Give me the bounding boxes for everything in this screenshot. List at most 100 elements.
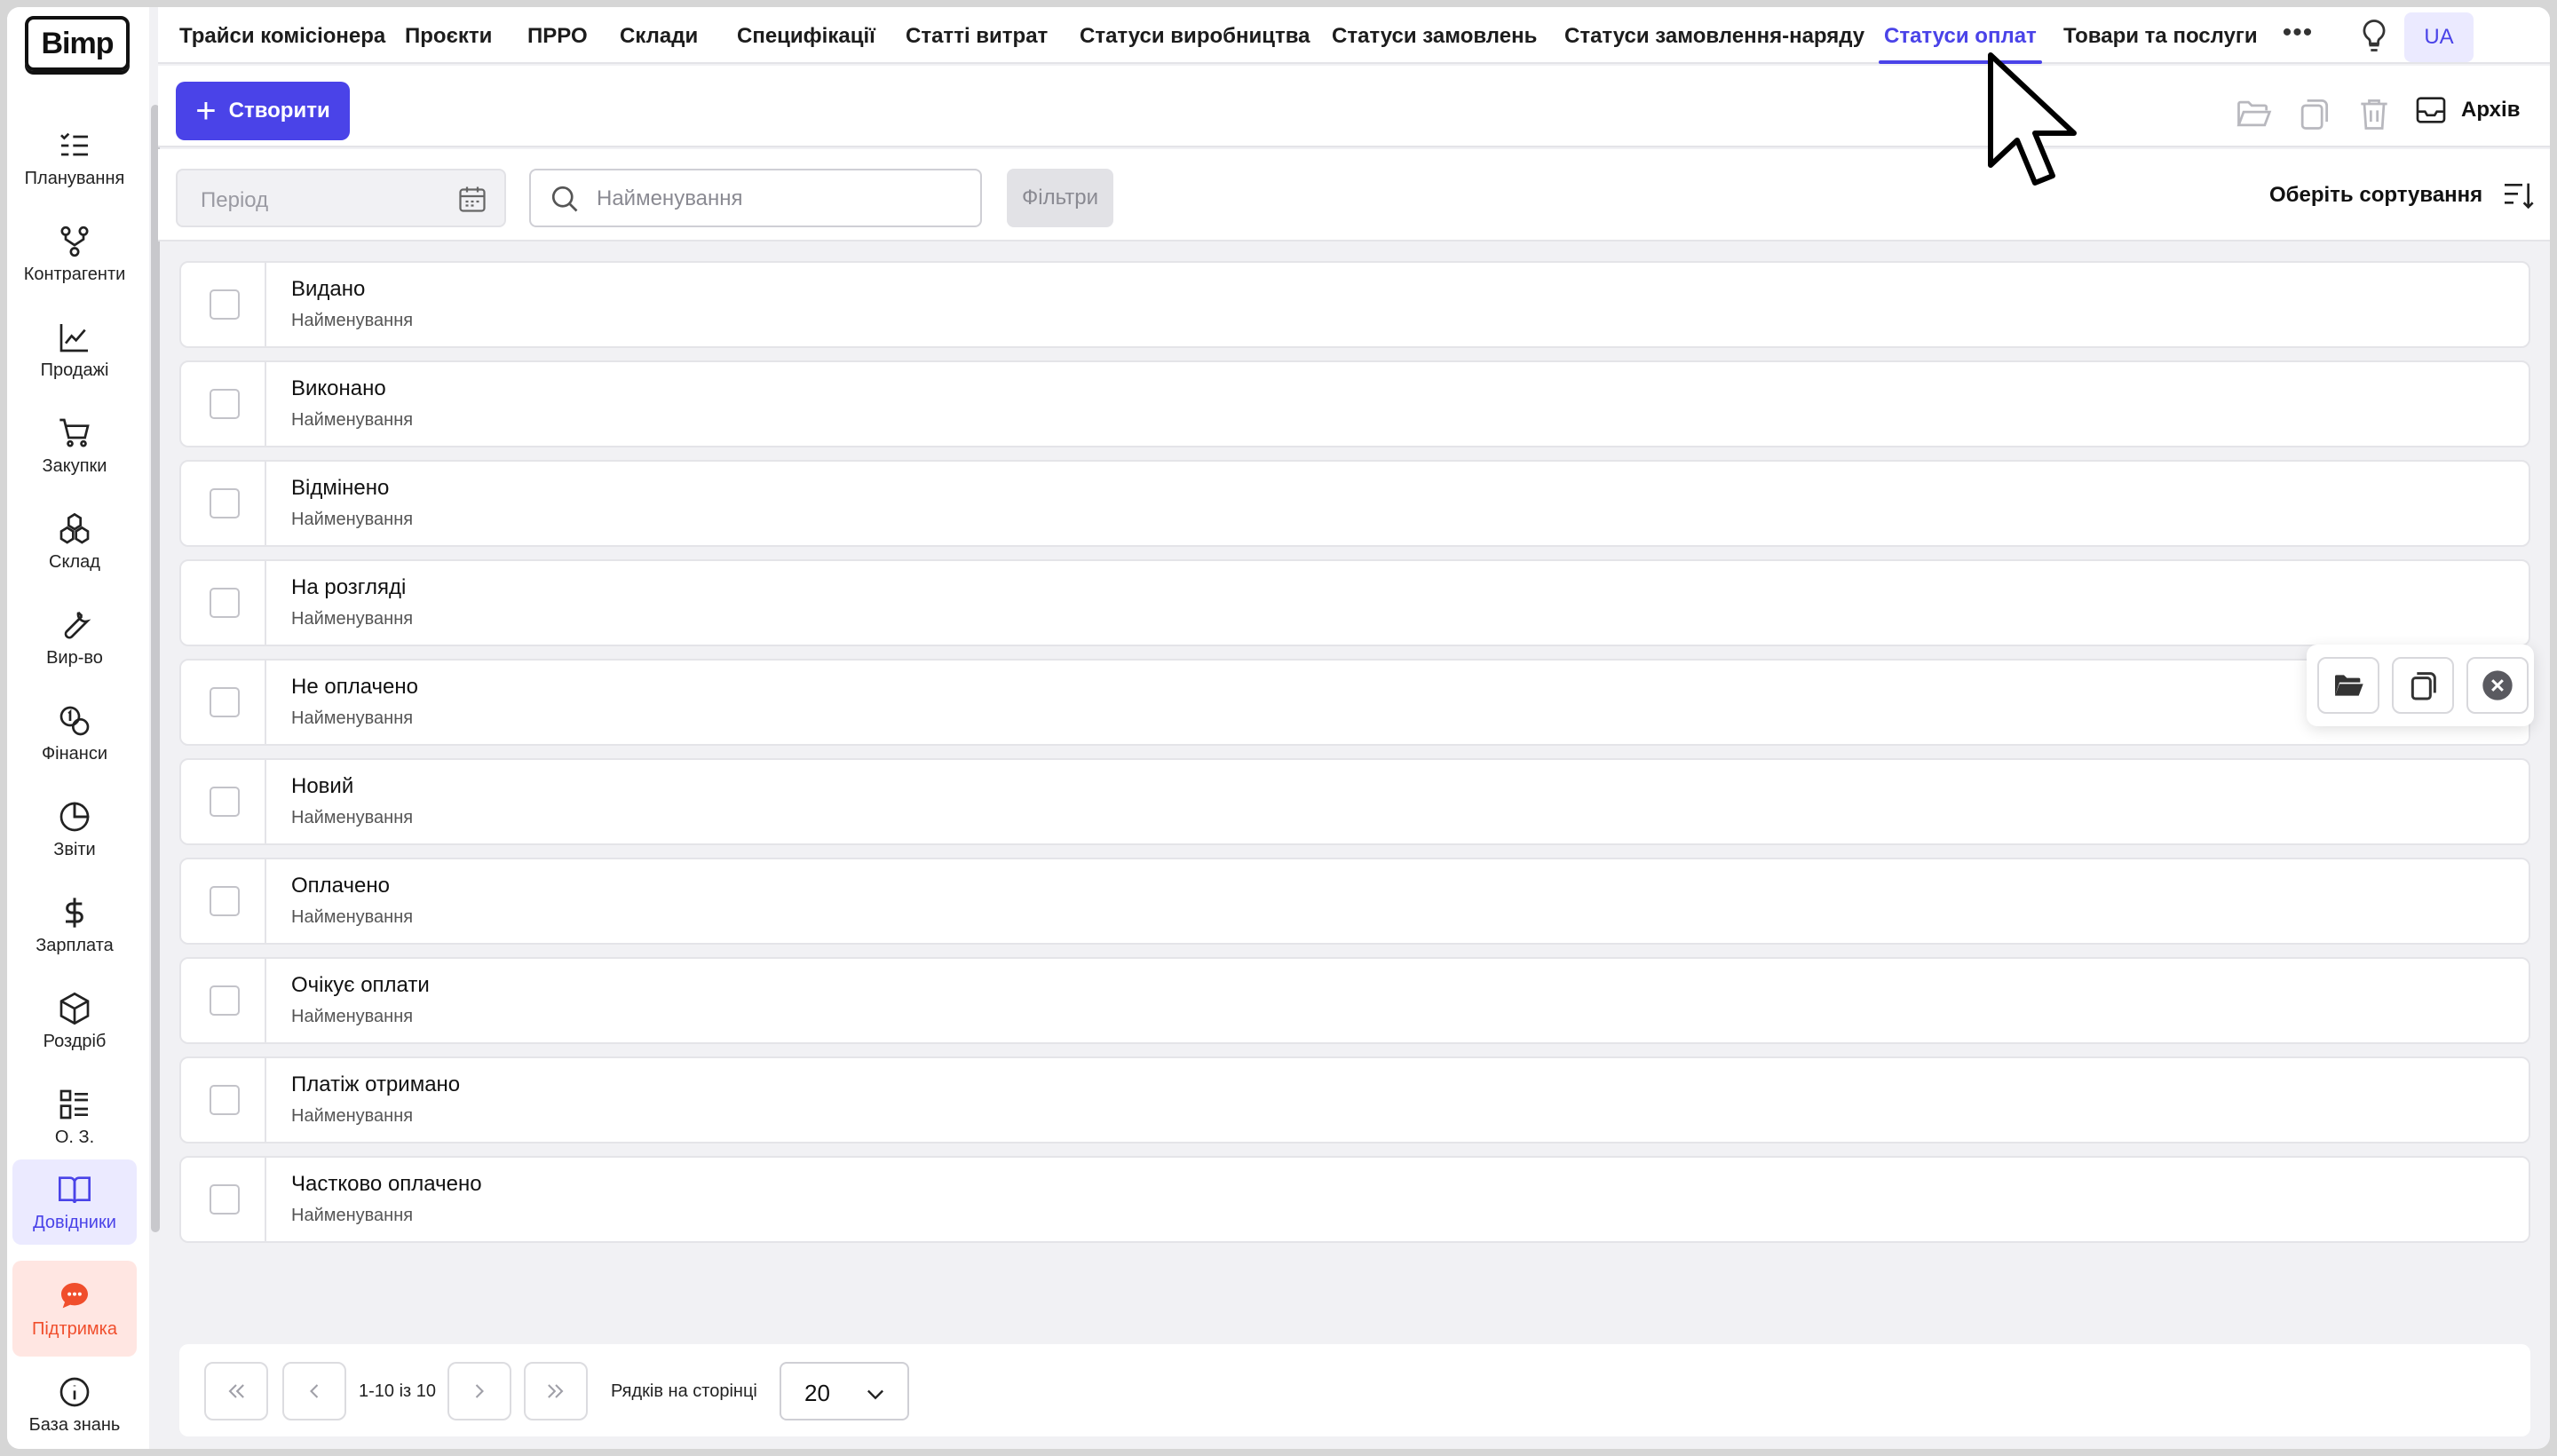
sidebar-item-assets[interactable]: О. З.: [12, 1074, 137, 1159]
sidebar-item-label: Продажі: [40, 360, 109, 380]
sidebar-item-planning[interactable]: Планування: [12, 115, 137, 201]
list-item[interactable]: Видано Найменування: [179, 261, 2530, 348]
list-item[interactable]: На розгляді Найменування: [179, 559, 2530, 646]
sidebar-item-label: Роздріб: [43, 1031, 107, 1051]
row-checkbox[interactable]: [210, 588, 240, 618]
tab-specifications[interactable]: Специфікації: [737, 7, 875, 64]
sidebar-item-purchases[interactable]: Закупки: [12, 403, 137, 488]
sidebar-item-salary[interactable]: Зарплата: [12, 882, 137, 968]
filters-button[interactable]: Фільтри: [1007, 169, 1113, 227]
tab-production-statuses[interactable]: Статуси виробництва: [1080, 7, 1310, 64]
sidebar-item-retail[interactable]: Роздріб: [12, 978, 137, 1064]
list-item[interactable]: Частково оплачено Найменування: [179, 1156, 2530, 1243]
action-toolbar: + Створити Архів: [158, 66, 2550, 147]
row-checkbox[interactable]: [210, 985, 240, 1016]
sales-chart-icon: [59, 323, 88, 352]
list-item[interactable]: Оплачено Найменування: [179, 858, 2530, 945]
row-checkbox[interactable]: [210, 488, 240, 518]
info-icon: [59, 1377, 90, 1406]
sidebar-item-label: Підтримка: [31, 1318, 117, 1339]
more-tabs-button[interactable]: •••: [2271, 20, 2324, 51]
tab-projects[interactable]: Проєкти: [405, 7, 492, 64]
warehouse-boxes-icon: [59, 512, 90, 544]
chevron-left-icon: [310, 1384, 319, 1398]
tab-goods-and-services[interactable]: Товари та послуги: [2063, 7, 2258, 64]
tab-expense-items[interactable]: Статті витрат: [906, 7, 1048, 64]
list-item[interactable]: Новий Найменування: [179, 758, 2530, 845]
list-item[interactable]: Очікує оплати Найменування: [179, 957, 2530, 1044]
row-checkbox[interactable]: [210, 787, 240, 817]
app-logo[interactable]: Bimp: [25, 16, 130, 71]
sidebar: Bimp Планування Контрагенти Продажі Заку…: [7, 7, 149, 1449]
chevron-right-icon: [475, 1384, 484, 1398]
checkbox-cell: [181, 561, 266, 645]
cart-icon: [59, 418, 90, 447]
lightbulb-icon[interactable]: [2355, 16, 2394, 55]
row-checkbox[interactable]: [210, 389, 240, 419]
app-window: Bimp Планування Контрагенти Продажі Заку…: [7, 7, 2550, 1449]
row-archive-button[interactable]: [2466, 657, 2529, 714]
row-copy-button[interactable]: [2392, 657, 2454, 714]
list-item[interactable]: Платіж отримано Найменування: [179, 1056, 2530, 1143]
next-page-button[interactable]: [447, 1362, 511, 1420]
search-input[interactable]: [597, 183, 952, 215]
tab-work-order-statuses[interactable]: Статуси замовлення-наряду: [1564, 7, 1864, 64]
checkbox-cell: [181, 760, 266, 843]
tab-commissioner-traces[interactable]: Трайси комісіонера: [179, 7, 385, 64]
sidebar-scrollbar[interactable]: [151, 105, 160, 1232]
sidebar-item-contractors[interactable]: Контрагенти: [12, 211, 137, 297]
status-name: Виконано: [291, 376, 386, 400]
plus-icon: +: [195, 91, 217, 131]
status-subtitle: Найменування: [291, 708, 414, 728]
status-subtitle: Найменування: [291, 1106, 414, 1126]
chevron-down-icon: [867, 1389, 883, 1400]
archive-button[interactable]: Архів: [2413, 92, 2520, 128]
coins-icon: [59, 706, 90, 735]
last-page-button[interactable]: [524, 1362, 588, 1420]
create-button-label: Створити: [228, 99, 330, 123]
status-name: Платіж отримано: [291, 1072, 461, 1096]
list-item[interactable]: Виконано Найменування: [179, 360, 2530, 447]
tab-order-statuses[interactable]: Статуси замовлень: [1332, 7, 1537, 64]
row-checkbox[interactable]: [210, 1184, 240, 1215]
list-item[interactable]: Відмінено Найменування: [179, 460, 2530, 547]
list-item[interactable]: Не оплачено Найменування: [179, 659, 2530, 746]
archive-tray-icon: [2416, 97, 2446, 123]
sidebar-item-directories[interactable]: Довідники: [12, 1159, 137, 1245]
create-button[interactable]: + Створити: [176, 82, 350, 140]
sidebar-item-warehouse[interactable]: Склад: [12, 499, 137, 584]
sidebar-item-reports[interactable]: Звіти: [12, 787, 137, 872]
first-page-button[interactable]: [204, 1362, 268, 1420]
copy-icon: [2411, 672, 2436, 700]
checkbox-cell: [181, 1058, 266, 1142]
planning-icon: [60, 132, 88, 155]
row-hover-actions: [2307, 645, 2534, 726]
prev-page-button[interactable]: [282, 1362, 346, 1420]
row-checkbox[interactable]: [210, 886, 240, 916]
calendar-icon: [459, 186, 486, 212]
row-checkbox[interactable]: [210, 687, 240, 717]
box-icon: [59, 992, 90, 1025]
rows-per-page-select[interactable]: 20: [780, 1362, 909, 1420]
sidebar-item-finance[interactable]: Фінанси: [12, 691, 137, 776]
open-folder-icon[interactable]: [2234, 94, 2273, 133]
contractors-icon: [60, 226, 89, 257]
sort-selector[interactable]: Оберіть сортування: [2269, 178, 2536, 213]
sidebar-item-knowledge-base[interactable]: База знань: [12, 1362, 137, 1447]
row-checkbox[interactable]: [210, 1085, 240, 1115]
sidebar-item-production[interactable]: Вир-во: [12, 595, 137, 680]
sidebar-item-label: Склад: [49, 551, 100, 572]
book-icon: [59, 1175, 91, 1203]
trash-icon[interactable]: [2355, 94, 2394, 133]
period-picker[interactable]: Період: [176, 169, 506, 227]
tab-warehouses[interactable]: Склади: [620, 7, 698, 64]
sidebar-item-label: Закупки: [42, 455, 107, 476]
status-name: Відмінено: [291, 476, 390, 500]
row-open-button[interactable]: [2317, 657, 2379, 714]
tab-prro[interactable]: ПРРО: [527, 7, 588, 64]
language-switch[interactable]: UA: [2404, 12, 2474, 62]
sidebar-item-support[interactable]: Підтримка: [12, 1261, 137, 1357]
copy-icon[interactable]: [2294, 94, 2333, 133]
sidebar-item-sales[interactable]: Продажі: [12, 307, 137, 392]
row-checkbox[interactable]: [210, 289, 240, 320]
